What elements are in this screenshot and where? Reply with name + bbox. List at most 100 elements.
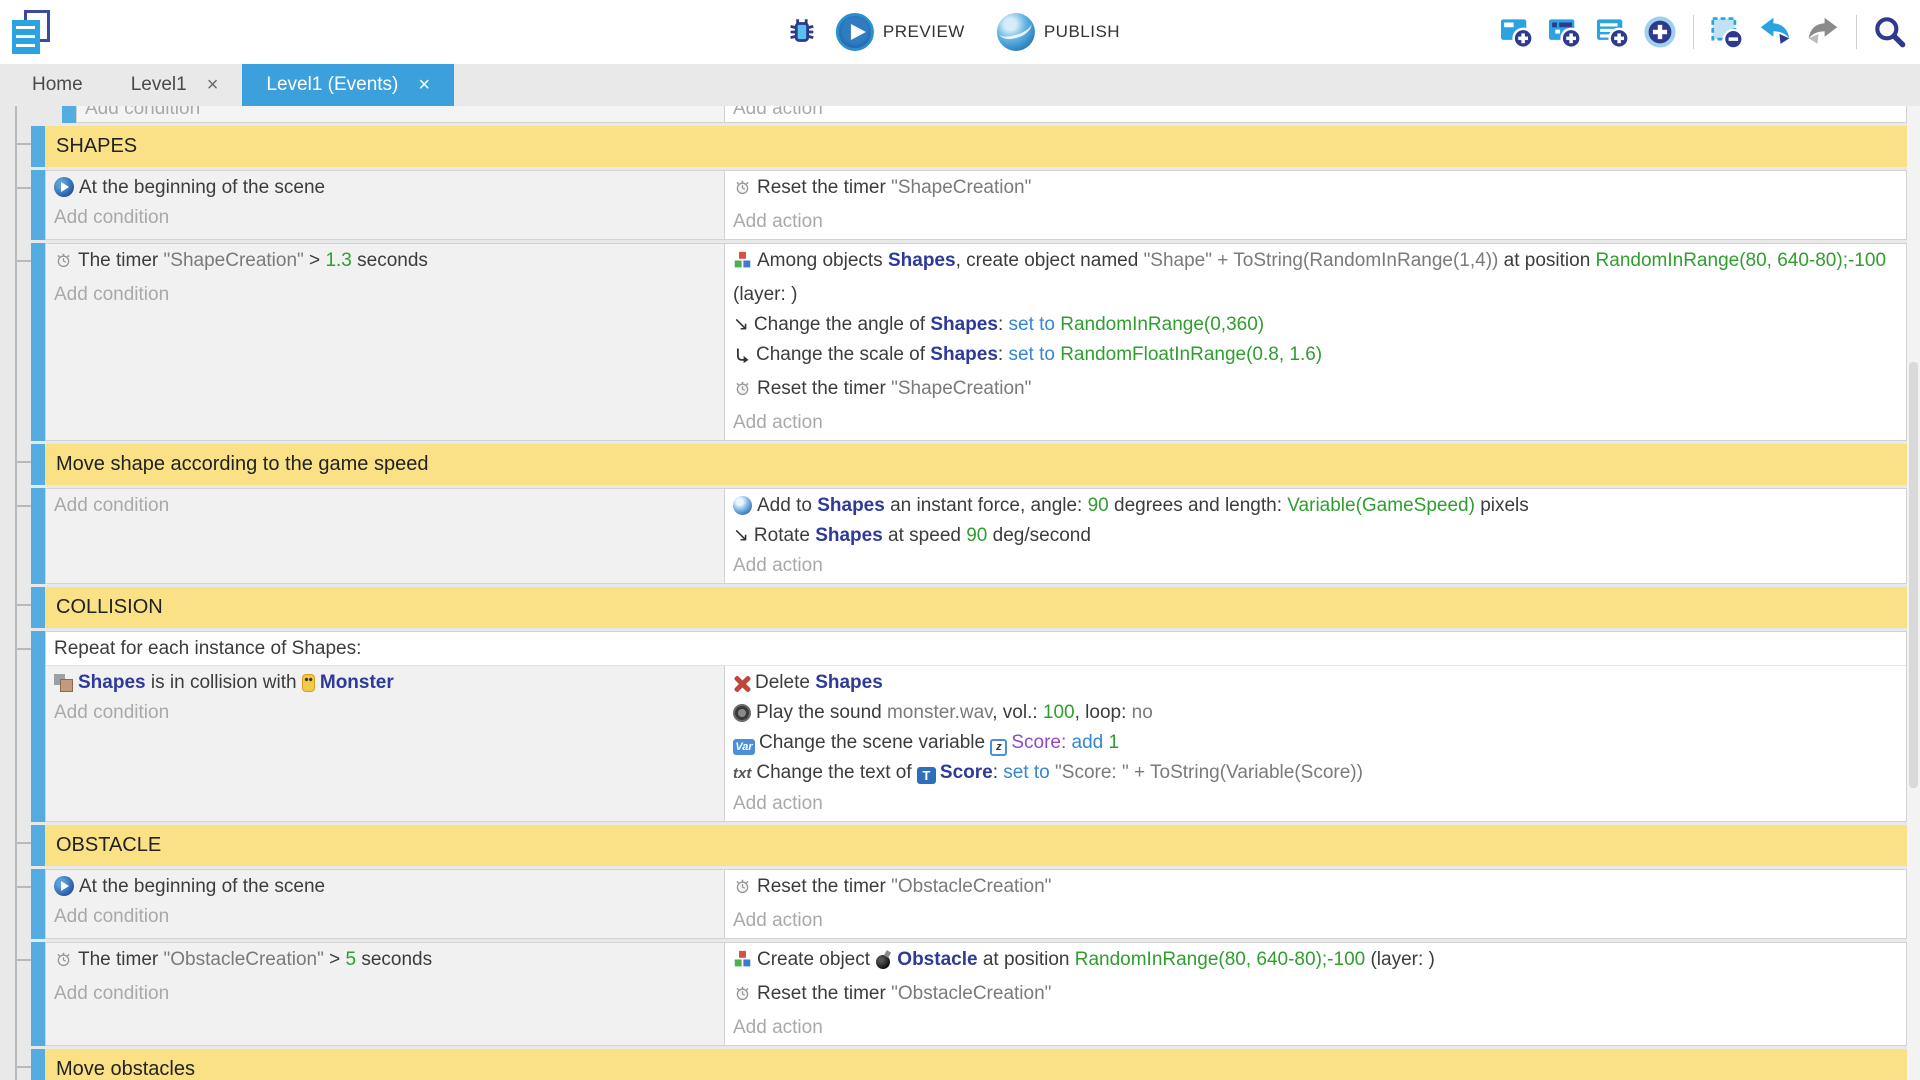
group-header-move-obstacles[interactable]: Move obstacles — [31, 1049, 1907, 1080]
create-object-icon — [733, 250, 752, 280]
action-rotate[interactable]: ↘Rotate Shapes at speed 90 deg/second — [733, 521, 1906, 551]
timer-icon — [733, 983, 752, 1013]
event-shape-timer[interactable]: The timer "ShapeCreation" > 1.3 seconds … — [31, 243, 1907, 441]
condition-begin-scene[interactable]: At the beginning of the scene — [54, 872, 724, 902]
timer-icon — [733, 177, 752, 207]
event-handle[interactable] — [31, 170, 45, 240]
scrollbar-thumb[interactable] — [1909, 362, 1918, 788]
group-header-shapes[interactable]: SHAPES — [31, 126, 1907, 167]
action-play-sound[interactable]: Play the sound monster.wav, vol.: 100, l… — [733, 698, 1906, 728]
foreach-header[interactable]: Repeat for each instance of Shapes: — [46, 632, 1906, 665]
scene-begin-icon — [54, 177, 74, 197]
add-action-button[interactable]: Add action — [733, 906, 1906, 936]
event-move-shape[interactable]: Add condition Add to Shapes an instant f… — [31, 488, 1907, 584]
tab-home[interactable]: Home — [8, 64, 107, 106]
group-header-collision[interactable]: COLLISION — [31, 587, 1907, 628]
undo-icon[interactable] — [1755, 12, 1795, 52]
rotate-icon: ↘ — [733, 521, 749, 551]
add-action-button[interactable]: Add action — [733, 1013, 1906, 1043]
event-shapes-begin[interactable]: At the beginning of the scene Add condit… — [31, 170, 1907, 240]
event-handle[interactable] — [31, 243, 45, 441]
timer-icon — [54, 949, 73, 979]
force-icon — [733, 496, 752, 515]
event-handle[interactable] — [31, 587, 45, 628]
condition-begin-scene[interactable]: At the beginning of the scene — [54, 173, 724, 203]
event-handle[interactable] — [31, 126, 45, 167]
add-action-button[interactable]: Add action — [733, 207, 1906, 237]
action-reset-timer[interactable]: Reset the timer "ShapeCreation" — [733, 173, 1906, 207]
add-action-button[interactable]: Add action — [733, 106, 1906, 123]
add-condition-button[interactable]: Add condition — [54, 280, 724, 310]
group-header-move-shape[interactable]: Move shape according to the game speed — [31, 444, 1907, 485]
delete-selection-icon[interactable] — [1707, 12, 1747, 52]
add-condition-button[interactable]: Add condition — [54, 979, 724, 1009]
add-action-button[interactable]: Add action — [733, 551, 1906, 581]
preview-label: PREVIEW — [883, 22, 965, 42]
timer-icon — [733, 378, 752, 408]
add-subevent-icon[interactable] — [1544, 12, 1584, 52]
events-sheet: Add condition Add action SHAPES At the b… — [0, 106, 1920, 1080]
add-condition-button[interactable]: Add condition — [85, 106, 724, 123]
add-condition-button[interactable]: Add condition — [54, 698, 724, 728]
action-delete[interactable]: Delete Shapes — [733, 668, 1906, 698]
action-change-text[interactable]: txtChange the text of TScore: set to "Sc… — [733, 758, 1906, 789]
search-icon[interactable] — [1870, 12, 1910, 52]
publish-label: PUBLISH — [1044, 22, 1120, 42]
add-plus-icon[interactable] — [1640, 12, 1680, 52]
add-condition-button[interactable]: Add condition — [54, 203, 724, 233]
toolbar-separator — [1693, 15, 1694, 49]
app-logo-icon[interactable] — [12, 10, 50, 54]
event-foreach-shapes[interactable]: Repeat for each instance of Shapes: Shap… — [31, 631, 1907, 822]
add-event-icon[interactable] — [1496, 12, 1536, 52]
text-icon: txt — [733, 759, 751, 789]
delete-icon — [733, 675, 750, 692]
text-object-icon: T — [917, 767, 936, 784]
condition-collision[interactable]: Shapes is in collision with Monster — [54, 668, 724, 698]
redo-icon[interactable] — [1803, 12, 1843, 52]
action-change-scale[interactable]: Change the scale of Shapes: set to Rando… — [733, 340, 1906, 374]
collision-icon — [54, 673, 73, 692]
event-handle[interactable] — [31, 869, 45, 939]
sound-icon — [733, 704, 751, 722]
condition-timer[interactable]: The timer "ShapeCreation" > 1.3 seconds — [54, 246, 724, 280]
event-handle[interactable] — [31, 1049, 45, 1080]
action-add-force[interactable]: Add to Shapes an instant force, angle: 9… — [733, 491, 1906, 521]
condition-timer[interactable]: The timer "ObstacleCreation" > 5 seconds — [54, 945, 724, 979]
scale-icon — [733, 344, 751, 374]
event-handle[interactable] — [31, 825, 45, 866]
close-icon[interactable]: × — [418, 74, 430, 97]
scene-variable-icon: z — [990, 739, 1007, 756]
monster-icon — [302, 674, 315, 692]
event-obstacle-timer[interactable]: The timer "ObstacleCreation" > 5 seconds… — [31, 942, 1907, 1046]
add-condition-button[interactable]: Add condition — [54, 902, 724, 932]
close-icon[interactable]: × — [207, 74, 219, 97]
preview-button[interactable]: PREVIEW — [836, 13, 983, 51]
action-reset-timer[interactable]: Reset the timer "ShapeCreation" — [733, 374, 1906, 408]
toolbar-separator — [1856, 15, 1857, 49]
action-create-obstacle[interactable]: Create object Obstacle at position Rando… — [733, 945, 1906, 979]
action-change-variable[interactable]: VarChange the scene variable zScore: add… — [733, 728, 1906, 758]
action-create-among[interactable]: Among objects Shapes, create object name… — [733, 246, 1906, 310]
event-handle[interactable] — [31, 631, 45, 822]
tab-level1[interactable]: Level1 × — [107, 64, 243, 106]
event-clipped-top[interactable]: Add condition Add action — [62, 106, 1907, 123]
add-action-button[interactable]: Add action — [733, 789, 1906, 819]
publish-button[interactable]: PUBLISH — [997, 13, 1138, 51]
add-condition-button[interactable]: Add condition — [54, 491, 724, 521]
publish-globe-icon — [997, 13, 1035, 51]
action-reset-timer[interactable]: Reset the timer "ObstacleCreation" — [733, 872, 1906, 906]
event-obstacle-begin[interactable]: At the beginning of the scene Add condit… — [31, 869, 1907, 939]
add-action-button[interactable]: Add action — [733, 408, 1906, 438]
event-handle[interactable] — [31, 942, 45, 1046]
vertical-scrollbar[interactable] — [1907, 106, 1920, 1080]
debugger-icon[interactable] — [782, 12, 822, 52]
preview-play-icon — [836, 13, 874, 51]
event-handle[interactable] — [31, 488, 45, 584]
event-handle[interactable] — [62, 106, 76, 123]
action-change-angle[interactable]: ↘Change the angle of Shapes: set to Rand… — [733, 310, 1906, 340]
tab-level1-events[interactable]: Level1 (Events) × — [242, 64, 454, 106]
event-handle[interactable] — [31, 444, 45, 485]
action-reset-timer[interactable]: Reset the timer "ObstacleCreation" — [733, 979, 1906, 1013]
add-comment-icon[interactable] — [1592, 12, 1632, 52]
group-header-obstacle[interactable]: OBSTACLE — [31, 825, 1907, 866]
